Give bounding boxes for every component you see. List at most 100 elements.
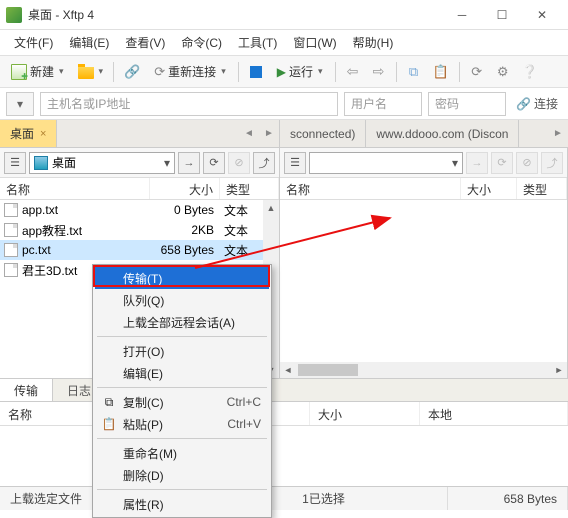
addr-dropdown[interactable]: ▾ [6, 92, 34, 116]
pass-placeholder: 密码 [435, 95, 459, 112]
session-tab-remote1[interactable]: sconnected) [280, 120, 366, 147]
ctx-label: 复制(C) [123, 394, 164, 411]
chevron-down-icon[interactable]: ▾ [452, 156, 458, 170]
file-row[interactable]: app.txt 0 Bytes 文本 [0, 200, 279, 220]
connect-button[interactable]: 🔗连接 [512, 95, 562, 112]
settings-button[interactable]: ⚙ [491, 60, 515, 84]
stop-icon [250, 66, 262, 78]
ctx-props[interactable]: 属性(R) [95, 493, 269, 515]
run-button[interactable]: ▶运行 [270, 60, 330, 84]
address-bar: ▾ 主机名或IP地址 用户名 密码 🔗连接 [0, 88, 568, 120]
session-tabs: 桌面× ◄ ► sconnected) www.ddooo.com (Disco… [0, 120, 568, 148]
scroll-right-icon[interactable]: ► [551, 362, 567, 378]
pass-field[interactable]: 密码 [428, 92, 506, 116]
col-size[interactable]: 大小 [310, 402, 420, 425]
ctx-rename[interactable]: 重命名(M) [95, 442, 269, 464]
ctx-delete[interactable]: 删除(D) [95, 464, 269, 486]
minimize-button[interactable]: ─ [442, 1, 482, 29]
file-size: 658 Bytes [150, 243, 220, 257]
col-type[interactable]: 类型 [220, 178, 279, 199]
nav-fwd-button[interactable]: ⇨ [367, 60, 391, 84]
scroll-left-icon[interactable]: ◄ [280, 362, 296, 378]
nav-back-button[interactable]: ⇦ [341, 60, 365, 84]
tab-scroll-left[interactable]: ◄ [239, 120, 259, 147]
scrollbar-horizontal[interactable]: ◄ ► [280, 362, 567, 378]
close-button[interactable]: ✕ [522, 1, 562, 29]
session-tab-label: sconnected) [290, 127, 355, 141]
tab-transfer[interactable]: 传输 [0, 379, 53, 401]
refresh-button[interactable]: ⟳ [203, 152, 225, 174]
menu-help[interactable]: 帮助(H) [345, 30, 402, 55]
ctx-paste[interactable]: 📋粘贴(P)Ctrl+V [95, 413, 269, 435]
view-mode-button[interactable]: ☰ [284, 152, 306, 174]
ctx-label: 重命名(M) [123, 445, 177, 462]
user-field[interactable]: 用户名 [344, 92, 422, 116]
context-menu: 传输(T) 队列(Q) 上载全部远程会话(A) 打开(O) 编辑(E) ⧉ 复制(… [92, 264, 272, 518]
paste-button[interactable]: 📋 [428, 60, 454, 84]
file-size: 0 Bytes [150, 203, 220, 217]
ctx-copy[interactable]: ⧉复制(C)Ctrl+C [95, 391, 269, 413]
stop-button[interactable] [244, 60, 268, 84]
go-button[interactable]: → [178, 152, 200, 174]
menu-file[interactable]: 文件(F) [6, 30, 61, 55]
menu-view[interactable]: 查看(V) [117, 30, 173, 55]
menu-cmd[interactable]: 命令(C) [173, 30, 230, 55]
scroll-up-icon[interactable]: ▲ [263, 200, 279, 216]
open-button[interactable] [73, 60, 109, 84]
session-tab-remote2[interactable]: www.ddooo.com (Discon [366, 120, 519, 147]
col-size[interactable]: 大小 [150, 178, 220, 199]
reconnect-icon: ⟳ [154, 64, 165, 80]
copy-icon: ⧉ [101, 394, 117, 410]
paste-icon: 📋 [433, 64, 449, 80]
local-list-header: 名称 大小 类型 [0, 178, 279, 200]
local-pane-toolbar: ☰ 桌面 ▾ → ⟳ ⊘ ⤴ [0, 148, 279, 178]
file-row[interactable]: app教程.txt 2KB 文本 [0, 220, 279, 240]
new-button[interactable]: 新建 [4, 60, 71, 84]
tab-scroll-right[interactable]: ► [259, 120, 279, 147]
session-tab-desktop[interactable]: 桌面× [0, 120, 57, 147]
remote-path[interactable]: ▾ [309, 152, 463, 174]
stop-button: ⊘ [228, 152, 250, 174]
ctx-transfer[interactable]: 传输(T) [95, 267, 269, 289]
host-field[interactable]: 主机名或IP地址 [40, 92, 338, 116]
maximize-button[interactable]: ☐ [482, 1, 522, 29]
scroll-thumb[interactable] [298, 364, 358, 376]
col-name[interactable]: 名称 [280, 178, 461, 199]
refresh-button: ⟳ [491, 152, 513, 174]
tab-scroll-right[interactable]: ► [548, 120, 568, 147]
titlebar: 桌面 - Xftp 4 ─ ☐ ✕ [0, 0, 568, 30]
stop-button: ⊘ [516, 152, 538, 174]
col-name[interactable]: 名称 [0, 178, 150, 199]
col-size[interactable]: 大小 [461, 178, 517, 199]
tab-close-icon[interactable]: × [40, 128, 46, 140]
local-path[interactable]: 桌面 ▾ [29, 152, 175, 174]
chevron-down-icon[interactable]: ▾ [164, 156, 170, 170]
menu-tools[interactable]: 工具(T) [230, 30, 285, 55]
ctx-upload-all[interactable]: 上载全部远程会话(A) [95, 311, 269, 333]
app-icon [6, 7, 22, 23]
ctx-edit[interactable]: 编辑(E) [95, 362, 269, 384]
menu-edit[interactable]: 编辑(E) [61, 30, 117, 55]
remote-file-list[interactable] [280, 200, 567, 362]
link-button[interactable]: 🔗 [119, 60, 145, 84]
file-row-selected[interactable]: pc.txt 658 Bytes 文本 [0, 240, 279, 260]
col-type[interactable]: 类型 [517, 178, 567, 199]
transfer-list[interactable] [0, 426, 568, 486]
reconnect-button[interactable]: ⟳重新连接 [147, 60, 232, 84]
remote-pane-toolbar: ☰ ▾ → ⟳ ⊘ ⤴ [280, 148, 567, 178]
refresh-button[interactable]: ⟳ [465, 60, 489, 84]
paste-icon: 📋 [101, 416, 117, 432]
remote-pane: ☰ ▾ → ⟳ ⊘ ⤴ 名称 大小 类型 ◄ ► [280, 148, 568, 378]
help-icon: ❔ [522, 64, 538, 80]
up-button[interactable]: ⤴ [253, 152, 275, 174]
copy-button[interactable]: ⧉ [402, 60, 426, 84]
help-button[interactable]: ❔ [517, 60, 543, 84]
col-local[interactable]: 本地 [420, 402, 568, 425]
menu-window[interactable]: 窗口(W) [285, 30, 344, 55]
ctx-open[interactable]: 打开(O) [95, 340, 269, 362]
file-name: pc.txt [22, 243, 51, 257]
file-size: 2KB [150, 223, 220, 237]
new-label: 新建 [30, 63, 54, 80]
ctx-queue[interactable]: 队列(Q) [95, 289, 269, 311]
view-mode-button[interactable]: ☰ [4, 152, 26, 174]
